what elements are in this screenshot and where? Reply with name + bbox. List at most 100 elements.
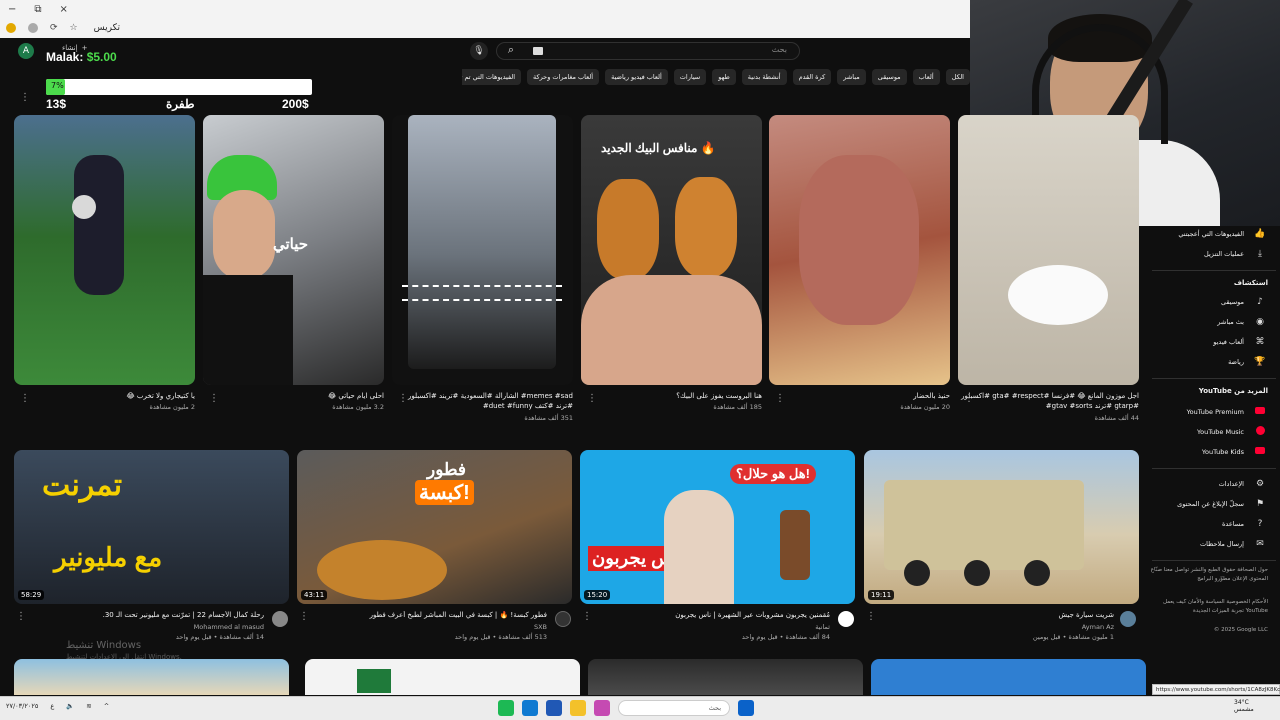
filter-chip[interactable]: الكل xyxy=(945,69,970,85)
video-menu-icon[interactable]: ⋮ xyxy=(582,611,592,622)
roasted-meat xyxy=(799,155,919,325)
short-menu-icon[interactable]: ⋮ xyxy=(587,393,597,404)
video-title[interactable]: شريت سيارة جيش xyxy=(864,611,1114,619)
video-channel[interactable]: Mohammed al masud xyxy=(14,623,264,631)
sidebar-item-settings[interactable]: الإعدادات ⚙ xyxy=(1148,477,1280,493)
video-thumbnail[interactable]: هل هو حلال؟! ناس يجربون 15:20 xyxy=(580,450,855,604)
sidebar-item-label: ألعاب فيديو xyxy=(1213,338,1244,346)
store-icon[interactable] xyxy=(594,700,610,716)
filter-chip[interactable]: مباشر xyxy=(837,69,866,85)
short-menu-icon[interactable]: ⋮ xyxy=(775,393,785,404)
sidebar-item-downloads[interactable]: عمليات التنزيل ⤓ xyxy=(1148,247,1280,263)
windows-start-icon[interactable] xyxy=(738,700,754,716)
taskbar-search[interactable]: بحث xyxy=(618,700,730,716)
sidebar-item-liked[interactable]: الفيديوهات التي أعجبتني 👍 xyxy=(1148,227,1280,243)
short-views: 3.2 مليون مشاهدة xyxy=(332,403,384,411)
sidebar-item-kids[interactable]: YouTube Kids xyxy=(1148,445,1280,461)
language-icon[interactable]: ع xyxy=(50,702,54,710)
filter-chip[interactable]: ألعاب مغامرات وحركة xyxy=(527,69,600,85)
short-menu-icon[interactable]: ⋮ xyxy=(20,393,30,404)
filter-chip[interactable]: كرة القدم xyxy=(792,69,832,85)
video-menu-icon[interactable]: ⋮ xyxy=(16,611,26,622)
maximize-button[interactable]: ⧉ xyxy=(34,4,41,15)
video-channel[interactable]: ثمانية xyxy=(580,623,830,631)
video-title[interactable]: رحلة كمال الأجسام 22 | تمرّنت مع مليونير… xyxy=(14,611,264,619)
sidebar-item-help[interactable]: مساعدة? xyxy=(1148,517,1280,533)
short-menu-icon[interactable]: ⋮ xyxy=(209,393,219,404)
video-title[interactable]: مُقمنين يجربون مشروبات عير الشهيرة | ناس… xyxy=(580,611,830,619)
channel-avatar[interactable] xyxy=(838,611,854,627)
search-input[interactable]: بحث xyxy=(496,42,800,60)
short-thumbnail[interactable] xyxy=(958,115,1139,385)
video-menu-icon[interactable]: ⋮ xyxy=(866,611,876,622)
keyboard-icon[interactable] xyxy=(533,47,543,55)
video-channel[interactable]: SXB xyxy=(297,623,547,631)
video-thumbnail[interactable] xyxy=(871,659,1146,695)
sidebar-item-gaming[interactable]: ألعاب فيديو ⌘ xyxy=(1148,335,1280,351)
video-thumbnail[interactable] xyxy=(588,659,863,695)
profile-icon[interactable] xyxy=(28,23,38,33)
short-thumbnail[interactable]: منافس البيك الجديد 🔥 xyxy=(581,115,762,385)
footer-links[interactable]: حول الصحافة حقوق الطبع والنشر تواصل معنا… xyxy=(1150,566,1268,584)
sidebar-item-feedback[interactable]: إرسال ملاحظات ✉ xyxy=(1148,537,1280,553)
video-channel[interactable]: Ayman Az xyxy=(864,623,1114,631)
speaker-icon[interactable]: 🔈 xyxy=(66,702,74,710)
filter-chip[interactable]: ألعاب xyxy=(912,69,940,85)
video-thumbnail[interactable]: 19:11 xyxy=(864,450,1139,604)
short-title[interactable]: حنيذ بالحضار xyxy=(769,391,950,401)
sidebar-item-sports[interactable]: رياضة 🏆 xyxy=(1148,355,1280,371)
short-thumbnail[interactable] xyxy=(14,115,195,385)
spotify-icon[interactable] xyxy=(498,700,514,716)
filter-chip[interactable]: موسيقى xyxy=(871,69,907,85)
short-thumbnail[interactable]: حياتي xyxy=(203,115,384,385)
short-menu-icon[interactable]: ⋮ xyxy=(398,393,408,404)
filter-chip[interactable]: طهو xyxy=(712,69,736,85)
short-title[interactable]: يا كتيجاري ولا تخرب 😂 xyxy=(14,391,195,401)
voice-search-button[interactable]: 🎙 xyxy=(470,42,488,60)
close-button[interactable]: × xyxy=(60,4,68,15)
short-figure xyxy=(74,155,124,295)
tab-title[interactable]: تكريس xyxy=(94,23,120,33)
video-menu-icon[interactable]: ⋮ xyxy=(299,611,309,622)
video-thumbnail[interactable] xyxy=(305,659,580,695)
refresh-icon[interactable]: ⟳ xyxy=(50,23,58,33)
short-thumbnail[interactable] xyxy=(392,115,573,385)
video-title[interactable]: فطور كبسة! 🔥 | كبسة في البيت المباشر لطب… xyxy=(297,611,547,619)
outlook-icon[interactable] xyxy=(546,700,562,716)
channel-avatar[interactable] xyxy=(1120,611,1136,627)
filter-chip[interactable]: سيارات xyxy=(673,69,707,85)
minimize-button[interactable]: − xyxy=(8,4,16,15)
channel-avatar[interactable] xyxy=(555,611,571,627)
short-thumbnail[interactable] xyxy=(769,115,950,385)
sidebar-item-label: عمليات التنزيل xyxy=(1204,250,1244,258)
footer-links[interactable]: الأحكام الخصوصية السياسة والأمان كيف يعم… xyxy=(1150,598,1268,616)
chevron-up-icon[interactable]: ^ xyxy=(104,702,109,710)
sidebar-item-music[interactable]: موسيقى ♪ xyxy=(1148,295,1280,311)
donation-alert: Malak: $5.00 xyxy=(46,50,117,64)
sidebar-item-report-history[interactable]: سجلّ الإبلاغ عن المحتوى ⚑ xyxy=(1148,497,1280,513)
search-button[interactable]: ⌕ xyxy=(500,43,522,59)
filter-chip[interactable]: أنشطة بدنية xyxy=(741,69,787,85)
short-title[interactable]: احلى ايام حياتي 😂 xyxy=(203,391,384,401)
sidebar-item-live[interactable]: بث مباشر ◉ xyxy=(1148,315,1280,331)
sidebar-item-music-app[interactable]: YouTube Music xyxy=(1148,425,1280,441)
edge-icon[interactable] xyxy=(522,700,538,716)
video-thumbnail[interactable] xyxy=(14,659,289,695)
sidebar-item-premium[interactable]: YouTube Premium xyxy=(1148,405,1280,421)
weather-widget[interactable]: 34°C مشمس xyxy=(1234,699,1254,713)
wifi-icon[interactable]: ≋ xyxy=(86,702,91,710)
youtube-kids-icon xyxy=(1254,446,1266,458)
video-thumbnail[interactable]: فطور كبسة! 43:11 xyxy=(297,450,572,604)
bookmark-icon[interactable]: ☆ xyxy=(70,23,78,33)
channel-avatar[interactable] xyxy=(272,611,288,627)
filter-chip[interactable]: الفيديوهات التي تم تحميلها مؤخرًا xyxy=(462,69,522,85)
video-thumbnail[interactable]: تمرنت مع مليونير 58:29 xyxy=(14,450,289,604)
filter-chip[interactable]: ألعاب فيديو رياضية xyxy=(605,69,668,85)
short-title[interactable]: هنا البروست يفوز على البيك؟ xyxy=(581,391,762,401)
more-menu-icon[interactable]: ⋮ xyxy=(20,92,30,103)
short-menu-icon[interactable]: ⋮ xyxy=(964,393,974,404)
short-title[interactable]: اجل موزون المانع 😂 #فرنسا #gta# #respect… xyxy=(958,391,1139,411)
short-title[interactable]: memes #sad# الشارالة #السعودية #تريند #ا… xyxy=(392,391,573,411)
avatar[interactable]: A xyxy=(18,43,34,59)
explorer-icon[interactable] xyxy=(570,700,586,716)
